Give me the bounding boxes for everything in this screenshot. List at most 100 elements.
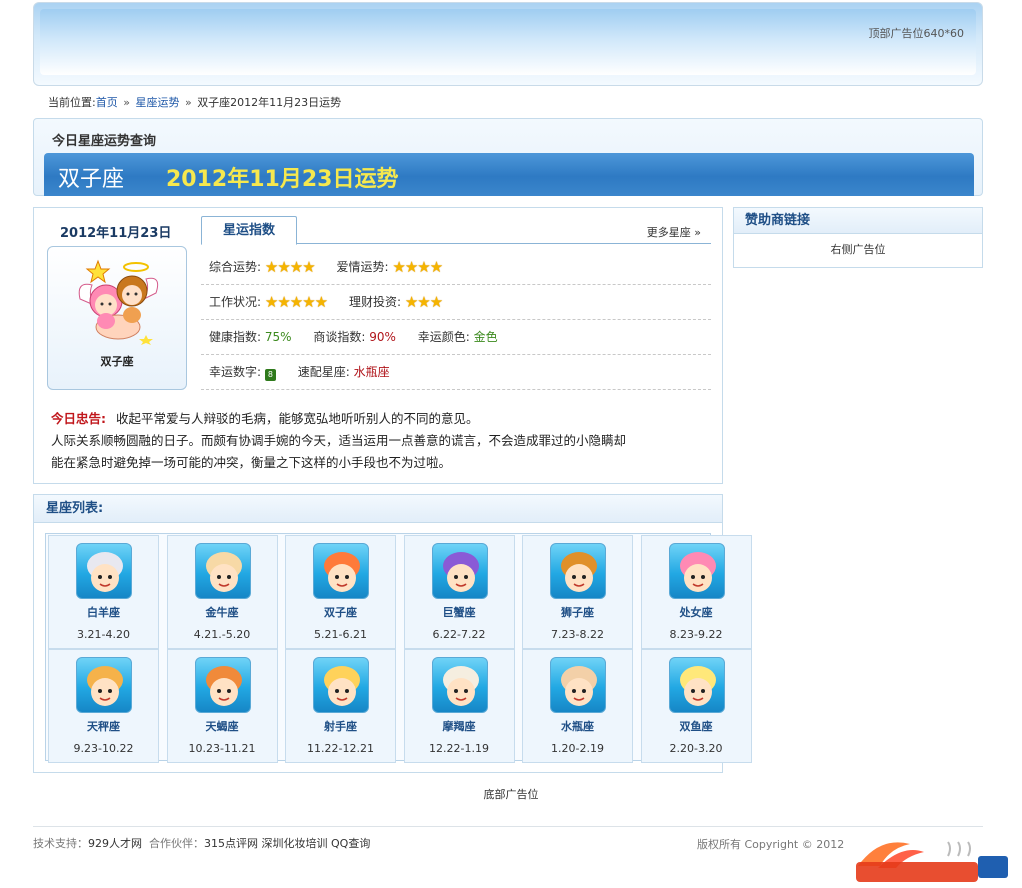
zodiac-name[interactable]: 狮子座 [523, 604, 632, 620]
health-label: 健康指数: [209, 330, 262, 344]
negotiation-label: 商谈指数: [313, 330, 366, 344]
partner-label: 合作伙伴： [149, 837, 204, 850]
zodiac-name[interactable]: 天秤座 [49, 718, 158, 734]
lucky-color-value: 金色 [473, 330, 498, 344]
zodiac-card[interactable]: 金牛座 4.21.-5.20 [166, 535, 278, 649]
zodiac-card[interactable]: 狮子座 7.23-8.22 [522, 535, 633, 649]
query-title: 今日星座运势查询 [52, 134, 157, 149]
partner-link[interactable]: 深圳化妆培训 [262, 837, 328, 850]
zodiac-card[interactable]: 双子座 5.21-6.21 [285, 535, 396, 649]
zodiac-avatar-icon[interactable] [668, 543, 725, 599]
date-heading-bar: 双子座 2012年11月23日运势 [44, 153, 974, 196]
zodiac-avatar-icon[interactable] [431, 657, 488, 713]
zodiac-name[interactable]: 摩羯座 [405, 718, 514, 734]
zodiac-name[interactable]: 金牛座 [168, 604, 277, 620]
zodiac-card[interactable]: 水瓶座 1.20-2.19 [522, 649, 633, 763]
breadcrumb-home-link[interactable]: 首页 [96, 96, 118, 109]
zodiac-avatar-icon[interactable] [431, 543, 488, 599]
more-signs-link[interactable]: 更多星座 » [647, 224, 701, 240]
zodiac-card[interactable]: 摩羯座 12.22-1.19 [403, 649, 515, 763]
advice-label: 今日忠告: [51, 411, 106, 426]
overall-label: 综合运势: [209, 260, 262, 274]
fortune-panel: 2012年11月23日 双子座 星运指数 更多星座 » 综合运势: ★★★★ 爱… [33, 207, 723, 484]
zodiac-date-range: 5.21-6.21 [314, 628, 367, 641]
overall-star-rating: ★★★★ [264, 258, 316, 276]
zodiac-date-range: 10.23-11.21 [188, 742, 256, 755]
top-ad-banner[interactable]: 顶部广告位640*60 [33, 2, 983, 86]
zodiac-name[interactable]: 双子座 [286, 604, 395, 620]
zodiac-date-range: 1.20-2.19 [551, 742, 604, 755]
zodiac-date-range: 12.22-1.19 [429, 742, 489, 755]
fortune-row-indexes: 健康指数: 75% 商谈指数: 90% 幸运颜色: 金色 [201, 320, 711, 355]
zodiac-card[interactable]: 天秤座 9.23-10.22 [48, 649, 159, 763]
zodiac-name[interactable]: 水瓶座 [523, 718, 632, 734]
breadcrumb-separator: » [123, 96, 130, 109]
zodiac-card[interactable]: 天蝎座 10.23-11.21 [166, 649, 278, 763]
zodiac-date-range: 11.22-12.21 [307, 742, 374, 755]
zodiac-name[interactable]: 巨蟹座 [405, 604, 514, 620]
zodiac-avatar-icon[interactable] [313, 657, 369, 713]
tab-bar: 星运指数 更多星座 » [201, 216, 711, 245]
breadcrumb-prefix: 当前位置: [48, 96, 96, 109]
fortune-date: 2012年11月23日 [60, 226, 172, 241]
breadcrumb-current: 双子座2012年11月23日运势 [197, 96, 342, 109]
advice-line-2: 人际关系顺畅圆融的日子。而颇有协调手婉的今天，适当运用一点善意的谎言，不会造成罪… [51, 433, 627, 448]
sponsor-panel: 赞助商链接 右侧广告位 [733, 207, 983, 268]
zodiac-avatar-icon[interactable] [76, 543, 132, 599]
top-ad-text: 顶部广告位640*60 [868, 27, 965, 40]
breadcrumb-section-link[interactable]: 星座运势 [135, 96, 179, 109]
zodiac-name[interactable]: 处女座 [642, 604, 751, 620]
zodiac-date-range: 9.23-10.22 [73, 742, 134, 755]
fortune-row-overall: 综合运势: ★★★★ 爱情运势: ★★★★ [201, 250, 711, 285]
lucky-color-label: 幸运颜色: [417, 330, 470, 344]
top-ad-inner: 顶部广告位640*60 [40, 9, 976, 75]
zodiac-card[interactable]: 双鱼座 2.20-3.20 [640, 649, 752, 763]
zodiac-date-range: 2.20-3.20 [669, 742, 723, 755]
love-label: 爱情运势: [336, 260, 389, 274]
zodiac-name[interactable]: 射手座 [286, 718, 395, 734]
footer-divider [33, 826, 983, 827]
zodiac-avatar-icon[interactable] [194, 543, 251, 599]
gemini-twins-icon [78, 259, 159, 345]
fortune-row-lucky: 幸运数字: 8 速配星座: 水瓶座 [201, 355, 711, 390]
zodiac-card[interactable]: 巨蟹座 6.22-7.22 [403, 535, 515, 649]
zodiac-name[interactable]: 双鱼座 [642, 718, 751, 734]
partner-link[interactable]: 315点评网 [204, 837, 258, 850]
bottom-ad[interactable]: 底部广告位 [0, 786, 1022, 802]
zodiac-name[interactable]: 天蝎座 [168, 718, 277, 734]
zodiac-avatar-icon[interactable] [550, 543, 606, 599]
negotiation-value: 90% [369, 330, 396, 344]
health-value: 75% [264, 330, 292, 344]
work-star-rating: ★★★★★ [264, 293, 328, 311]
lucky-number-label: 幸运数字: [209, 365, 262, 379]
sponsor-ad[interactable]: 右侧广告位 [734, 234, 982, 266]
match-sign-value: 水瓶座 [353, 365, 390, 379]
zodiac-card[interactable]: 处女座 8.23-9.22 [640, 535, 752, 649]
zodiac-card[interactable]: 白羊座 3.21-4.20 [48, 535, 159, 649]
advice-line-1: 收起平常爱与人辩驳的毛病，能够宽弘地听听别人的不同的意见。 [116, 411, 479, 426]
zodiac-grid: 白羊座 3.21-4.20 金牛座 4.21.-5.20 双子座 5.21-6.21 巨蟹座… [45, 533, 752, 763]
site-logo-watermark [856, 841, 1008, 882]
zodiac-date-range: 8.23-9.22 [669, 628, 723, 641]
zodiac-avatar-icon[interactable] [313, 543, 369, 599]
zodiac-avatar-icon[interactable] [76, 657, 132, 713]
zodiac-name[interactable]: 白羊座 [49, 604, 158, 620]
fortune-row-work: 工作状况: ★★★★★ 理财投资: ★★★ [201, 285, 711, 320]
breadcrumb-separator: » [184, 96, 192, 109]
zodiac-avatar-icon[interactable] [668, 657, 725, 713]
zodiac-avatar-icon[interactable] [550, 657, 606, 713]
support-label: 技术支持： [33, 837, 88, 850]
fortune-info: 综合运势: ★★★★ 爱情运势: ★★★★ 工作状况: ★★★★★ 理财投资: … [201, 250, 711, 390]
tab-fortune-index[interactable]: 星运指数 [201, 216, 297, 245]
daily-advice: 今日忠告: 收起平常爱与人辩驳的毛病，能够宽弘地听听别人的不同的意见。 人际关系顺… [51, 408, 711, 474]
sign-card: 双子座 [47, 246, 187, 390]
partner-link[interactable]: QQ查询 [331, 837, 370, 850]
heading-date: 2012年11月23日运势 [166, 167, 399, 192]
zodiac-card[interactable]: 射手座 11.22-12.21 [285, 649, 396, 763]
love-star-rating: ★★★★ [392, 258, 443, 276]
zodiac-avatar-icon[interactable] [194, 657, 251, 713]
support-link[interactable]: 929人才网 [88, 837, 142, 850]
sponsor-title: 赞助商链接 [734, 208, 982, 234]
heading-sign-name: 双子座 [58, 167, 125, 192]
advice-line-3: 能在紧急时避免掉一场可能的冲突，衡量之下这样的小手段也不为过啦。 [51, 455, 452, 470]
